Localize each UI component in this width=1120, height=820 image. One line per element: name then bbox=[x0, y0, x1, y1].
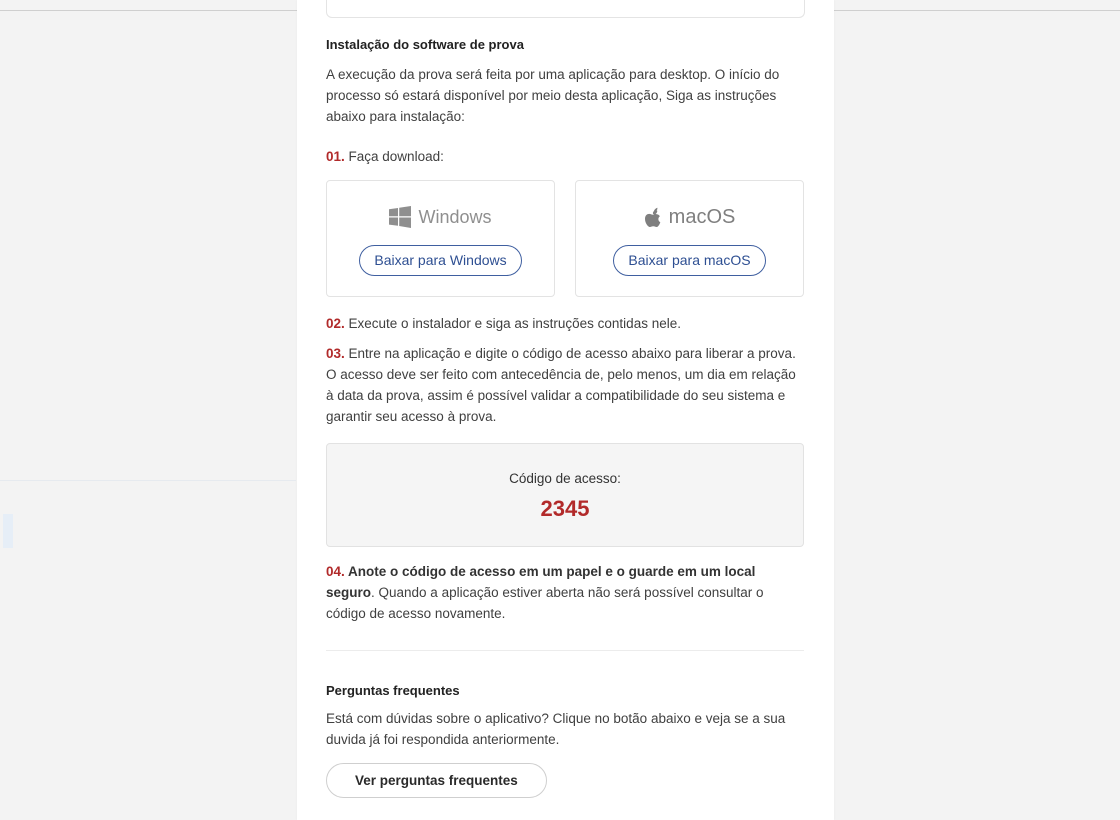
background-divider bbox=[0, 480, 296, 481]
step-2-number: 02. bbox=[326, 316, 345, 331]
access-code-box: Código de acesso: 2345 bbox=[326, 443, 804, 547]
windows-download-card: Windows Baixar para Windows bbox=[326, 180, 555, 297]
step-2-text: Execute o instalador e siga as instruçõe… bbox=[344, 316, 681, 331]
step-4: 04. Anote o código de acesso em um papel… bbox=[326, 561, 804, 624]
step-2: 02. Execute o instalador e siga as instr… bbox=[326, 313, 804, 334]
step-1-number: 01. bbox=[326, 149, 345, 164]
background-tab bbox=[3, 514, 13, 548]
faq-text: Está com dúvidas sobre o aplicativo? Cli… bbox=[326, 711, 786, 747]
step-3-text: Entre na aplicação e digite o código de … bbox=[326, 346, 796, 424]
step-4-text: . Quando a aplicação estiver aberta não … bbox=[326, 585, 764, 621]
step-3-number: 03. bbox=[326, 346, 345, 361]
step-4-number: 04. bbox=[326, 564, 345, 579]
macos-os-name: macOS bbox=[668, 205, 736, 228]
previous-section-box bbox=[326, 0, 805, 18]
windows-os-label: Windows bbox=[389, 203, 492, 231]
apple-logo-icon bbox=[644, 207, 660, 227]
install-section: Instalação do software de prova A execuç… bbox=[326, 36, 804, 798]
section-divider bbox=[326, 650, 804, 651]
step-3: 03. Entre na aplicação e digite o código… bbox=[326, 343, 804, 427]
download-macos-button[interactable]: Baixar para macOS bbox=[613, 245, 766, 276]
step-1: 01. Faça download: bbox=[326, 146, 804, 167]
faq-title: Perguntas frequentes bbox=[326, 683, 460, 698]
macos-os-label: macOS bbox=[644, 203, 736, 231]
windows-logo-icon bbox=[389, 206, 412, 228]
step-1-text: Faça download: bbox=[344, 149, 444, 164]
faq-button[interactable]: Ver perguntas frequentes bbox=[326, 763, 547, 798]
macos-download-card: macOS Baixar para macOS bbox=[575, 180, 804, 297]
install-title: Instalação do software de prova bbox=[326, 37, 524, 52]
windows-os-name: Windows bbox=[418, 206, 492, 227]
access-code-label: Código de acesso: bbox=[509, 471, 621, 486]
access-code-value: 2345 bbox=[540, 496, 590, 521]
install-intro: A execução da prova será feita por uma a… bbox=[326, 67, 780, 124]
download-options: Windows Baixar para Windows macOS Baixar… bbox=[326, 180, 804, 297]
download-windows-button[interactable]: Baixar para Windows bbox=[359, 245, 522, 276]
